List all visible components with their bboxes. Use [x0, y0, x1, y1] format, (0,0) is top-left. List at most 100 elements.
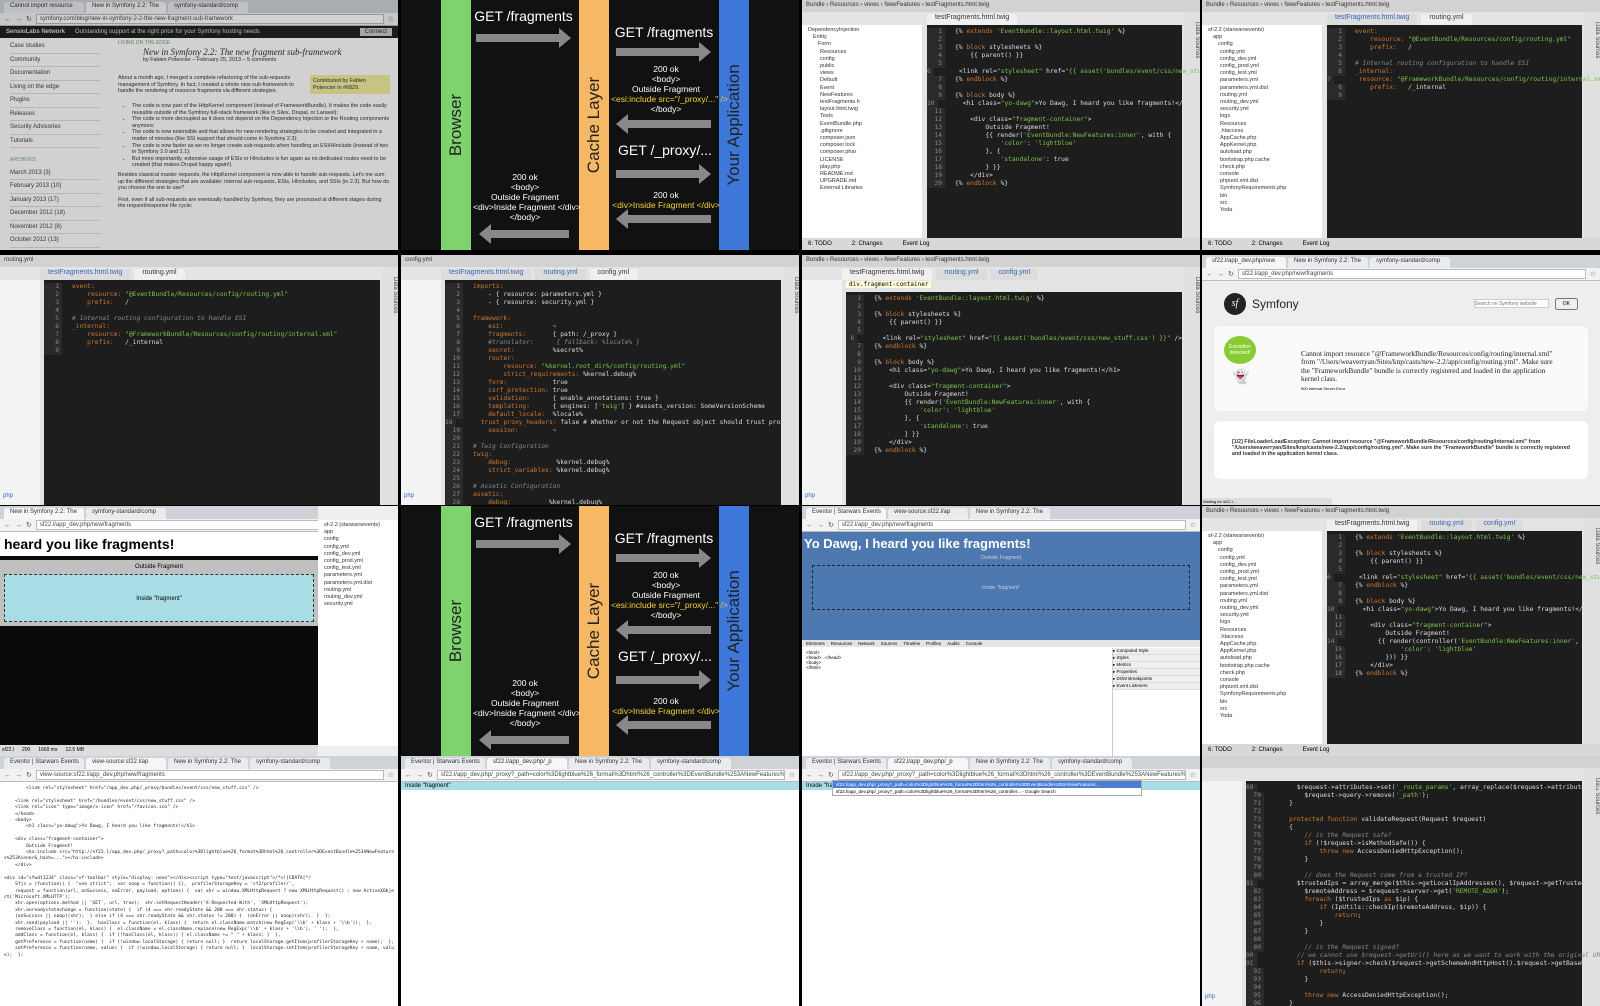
- archive-link[interactable]: October 2012 (13): [10, 234, 100, 248]
- tree-item[interactable]: .htaccess: [1208, 128, 1316, 135]
- status-item[interactable]: Event Log: [1303, 241, 1330, 247]
- tree-item[interactable]: Default: [808, 77, 916, 84]
- tree-item[interactable]: parameters.yml: [1208, 77, 1316, 84]
- url-input[interactable]: sf22.l/app_dev.php/_proxy?_path=color%3D…: [837, 770, 1186, 780]
- url-input[interactable]: symfony.com/blog/new-in-symfony-2-2-the-…: [35, 14, 384, 24]
- search-input[interactable]: [1473, 299, 1549, 308]
- tree-item[interactable]: app: [324, 529, 392, 536]
- editor-tab-routing[interactable]: routing.yml: [936, 269, 987, 280]
- sidebar-link[interactable]: Plugins: [10, 94, 100, 108]
- tree-item[interactable]: views: [808, 70, 916, 77]
- url-input[interactable]: sf22.l/app_dev.php/new/fragments: [837, 520, 1186, 530]
- symfony-debug-toolbar[interactable]: sf22.l 200 1669 ms 12.5 MB: [0, 745, 318, 756]
- forward-icon[interactable]: →: [15, 772, 22, 779]
- tree-item[interactable]: LICENSE: [808, 157, 916, 164]
- bookmark-star-icon[interactable]: ☆: [1590, 270, 1596, 278]
- devtools-section[interactable]: ▸ Properties: [1113, 669, 1200, 676]
- back-icon[interactable]: ←: [1206, 271, 1213, 278]
- devtools-section[interactable]: ▸ Styles: [1113, 655, 1200, 662]
- tree-item[interactable]: Event: [808, 85, 916, 92]
- browser-tab[interactable]: Eventsr | Starwars Events: [4, 758, 84, 769]
- browser-tab[interactable]: sf22.l/app_dev.php/_p: [487, 758, 567, 769]
- editor-tab-twig[interactable]: testFragments.html.twig: [1327, 14, 1418, 25]
- browser-tab[interactable]: New in Symfony 2.2: The: [569, 758, 649, 769]
- tree-item[interactable]: config.yml: [1208, 555, 1316, 562]
- devtools-section[interactable]: ▸ Event Listeners: [1113, 683, 1200, 690]
- reload-icon[interactable]: ↻: [828, 521, 834, 529]
- tree-item[interactable]: phpunit.xml.dist: [1208, 684, 1316, 691]
- archive-link[interactable]: January 2013 (17): [10, 194, 100, 207]
- tree-item[interactable]: config.yml: [324, 544, 392, 551]
- tree-item[interactable]: config: [1208, 547, 1316, 554]
- tree-item[interactable]: NewFeatures: [808, 92, 916, 99]
- tree-item[interactable]: config_test.yml: [1208, 576, 1316, 583]
- bookmark-star-icon[interactable]: ☆: [1190, 771, 1196, 779]
- tree-item[interactable]: bootstrap.php.cache: [1208, 663, 1316, 670]
- browser-tab[interactable]: symfony-standard/comp: [168, 2, 248, 13]
- bookmark-star-icon[interactable]: ☆: [789, 771, 795, 779]
- tree-item[interactable]: sf-2.2 (starwarsevents): [1208, 533, 1316, 540]
- browser-tab[interactable]: sf22.l/app_dev.php/new: [1206, 257, 1286, 268]
- tree-item[interactable]: src: [1208, 706, 1316, 713]
- reload-icon[interactable]: ↻: [828, 771, 834, 779]
- editor-tab-twig[interactable]: testFragments.html.twig: [441, 269, 532, 280]
- archive-link[interactable]: March 2013 (3): [10, 167, 100, 180]
- browser-tab[interactable]: Eventsr | Starwars Events: [405, 758, 485, 769]
- code-editor[interactable]: 1 event: 2 resource: "@EventBundle/Resourc…: [1327, 25, 1600, 238]
- tree-item[interactable]: routing_dev.yml: [1208, 605, 1316, 612]
- tree-item[interactable]: DependencyInjection: [808, 27, 916, 34]
- editor-tab-config[interactable]: config.yml: [1475, 520, 1524, 531]
- status-item[interactable]: 6: TODO: [1208, 747, 1232, 753]
- code-editor[interactable]: 1 imports: 2 - { resource: parameters.yml …: [445, 280, 799, 505]
- tree-item[interactable]: config: [1208, 41, 1316, 48]
- editor-tab-config[interactable]: config.yml: [990, 269, 1039, 280]
- url-suggestion[interactable]: sf22.l/app_dev.php/_proxy?_path=color%3D…: [833, 781, 1141, 788]
- tree-item[interactable]: README.md: [808, 171, 916, 178]
- devtools-tab[interactable]: Console: [966, 641, 983, 646]
- search-ok-button[interactable]: OK: [1554, 297, 1578, 310]
- tree-item[interactable]: sf-2.2 (starwarsevents): [324, 522, 392, 529]
- browser-tab[interactable]: New in Symfony 2.2: The: [86, 2, 166, 13]
- project-panel-collapsed[interactable]: php: [802, 280, 842, 505]
- back-icon[interactable]: ←: [806, 772, 813, 779]
- tree-item[interactable]: console: [1208, 677, 1316, 684]
- tree-item[interactable]: routing.yml: [1208, 92, 1316, 99]
- tree-item[interactable]: testFragments.h: [808, 99, 916, 106]
- tree-item[interactable]: External Libraries: [808, 185, 916, 192]
- devtools-tab[interactable]: Network: [858, 641, 875, 646]
- editor-tab-twig[interactable]: testFragments.html.twig: [1327, 520, 1418, 531]
- sidebar-link[interactable]: Documentation: [10, 67, 100, 81]
- tree-item[interactable]: .htaccess: [1208, 634, 1316, 641]
- tree-item[interactable]: config_dev.yml: [324, 551, 392, 558]
- devtools-tab[interactable]: Sources: [881, 641, 898, 646]
- tree-item[interactable]: sf-2.2 (starwarsevents): [1208, 27, 1316, 34]
- tree-item[interactable]: console: [1208, 171, 1316, 178]
- data-sources-panel[interactable]: Data Sources: [1584, 12, 1600, 250]
- tree-item[interactable]: config_dev.yml: [1208, 562, 1316, 569]
- dom-tree[interactable]: <html> <head>...</head> <body> </html>: [806, 650, 842, 670]
- devtools-tab[interactable]: Resources: [831, 641, 853, 646]
- devtools-tab[interactable]: Profiles: [926, 641, 941, 646]
- code-editor[interactable]: 1 {% extends 'EventBundle::layout.html.tw…: [927, 25, 1200, 238]
- toolbar-item[interactable]: sf22.l: [2, 747, 14, 754]
- tree-item[interactable]: Form: [808, 41, 916, 48]
- editor-tab-twig[interactable]: testFragments.html.twig: [842, 269, 933, 280]
- project-tree[interactable]: sf-2.2 (starwarsevents) app config config.y…: [1202, 531, 1322, 746]
- url-input[interactable]: view-source:sf22.l/app_dev.php/new/fragm…: [35, 770, 384, 780]
- editor-tab-twig[interactable]: testFragments.html.twig: [927, 14, 1018, 25]
- data-sources-panel[interactable]: Data Sources: [783, 267, 799, 505]
- devtools-section[interactable]: ▸ DOM Breakpoints: [1113, 676, 1200, 683]
- forward-icon[interactable]: →: [15, 522, 22, 529]
- archive-link[interactable]: February 2013 (10): [10, 180, 100, 194]
- back-icon[interactable]: ←: [4, 16, 11, 23]
- tree-item[interactable]: Entity: [808, 34, 916, 41]
- tree-item[interactable]: routing.yml: [324, 587, 392, 594]
- tree-item[interactable]: config: [808, 56, 916, 63]
- browser-tab[interactable]: symfony-standard/comp: [250, 758, 330, 769]
- reload-icon[interactable]: ↻: [1228, 270, 1234, 278]
- tree-item[interactable]: AppCache.php: [1208, 135, 1316, 142]
- tree-item[interactable]: parameters.yml: [324, 572, 392, 579]
- tree-item[interactable]: parameters.yml.dist: [1208, 85, 1316, 92]
- editor-tab-twig[interactable]: testFragments.html.twig: [40, 269, 131, 280]
- editor-tab-config[interactable]: config.yml: [589, 269, 638, 280]
